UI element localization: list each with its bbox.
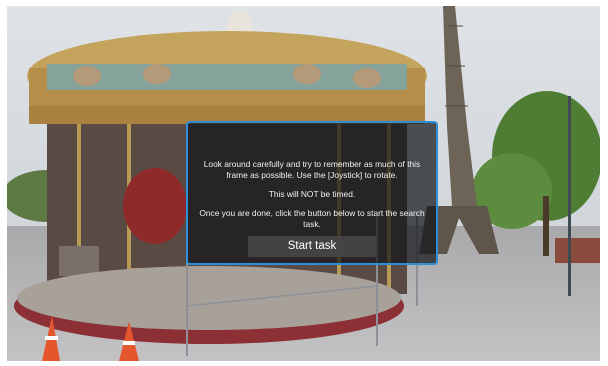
instruction-text: Look around carefully and try to remembe… (203, 159, 421, 180)
next-step-text: Once you are done, click the button belo… (199, 208, 425, 229)
timing-note: This will NOT be timed. (268, 189, 356, 199)
instruction-dialog: Look around carefully and try to remembe… (186, 121, 438, 265)
start-task-button[interactable]: Start task (248, 236, 376, 257)
panorama-viewport[interactable]: Look around carefully and try to remembe… (7, 6, 600, 361)
